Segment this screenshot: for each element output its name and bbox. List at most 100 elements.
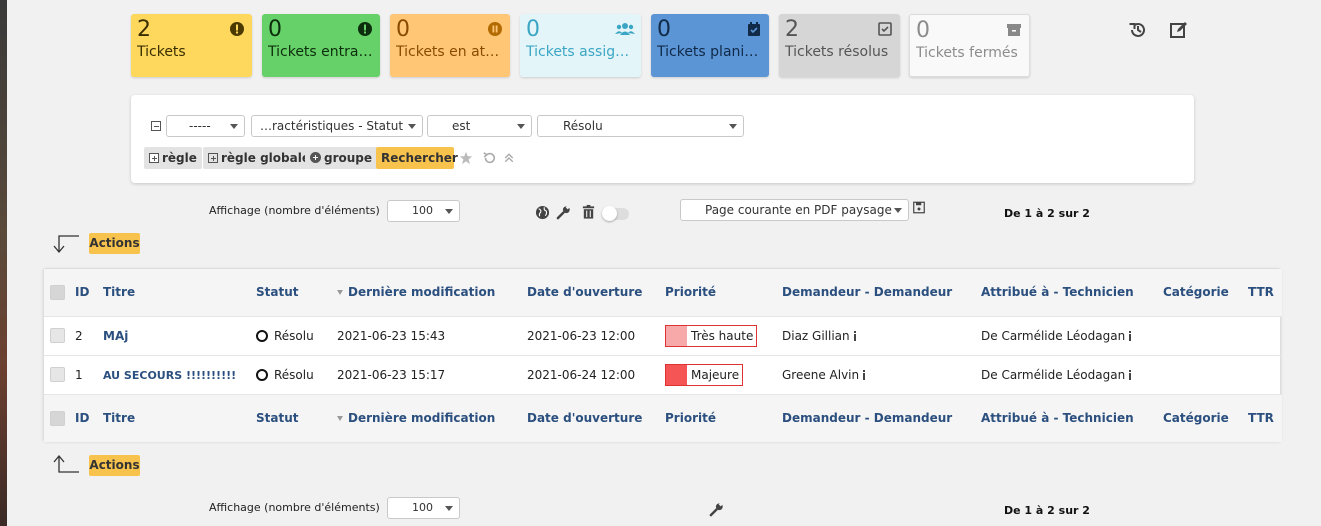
header-label: Dernière modification bbox=[348, 285, 496, 300]
actions-button[interactable]: Actions bbox=[89, 233, 140, 254]
column-header-last-modified[interactable]: Dernière modification bbox=[337, 269, 527, 316]
info-icon[interactable] bbox=[1128, 369, 1132, 380]
add-global-rule-button[interactable]: règle globale bbox=[203, 147, 315, 169]
trash-icon[interactable] bbox=[581, 204, 596, 220]
chevron-down-icon bbox=[445, 209, 453, 214]
tile-label: Tickets bbox=[137, 44, 186, 60]
value-select[interactable]: Résolu bbox=[537, 115, 744, 137]
priority-color-swatch bbox=[666, 325, 687, 346]
select-all-checkbox[interactable] bbox=[50, 410, 65, 426]
cell-last-modified: 2021-06-23 15:43 bbox=[337, 315, 527, 355]
info-icon[interactable] bbox=[853, 330, 857, 341]
select-value: 100 bbox=[412, 204, 433, 217]
column-header-assigned[interactable]: Attribué à - Technicien bbox=[981, 269, 1163, 316]
row-checkbox[interactable] bbox=[50, 328, 65, 343]
pause-circle-icon bbox=[488, 22, 502, 36]
star-icon[interactable] bbox=[459, 151, 473, 165]
select-all-checkbox[interactable] bbox=[50, 284, 65, 300]
pagination-info: De 1 à 2 sur 2 bbox=[1004, 207, 1090, 220]
tile-planned[interactable]: 0 Tickets planifiés bbox=[651, 14, 769, 77]
column-header-category[interactable]: Catégorie bbox=[1163, 269, 1248, 316]
button-label: Rechercher bbox=[381, 151, 458, 165]
tile-incoming[interactable]: 0 Tickets entrants bbox=[262, 14, 380, 77]
history-icon[interactable] bbox=[1128, 20, 1148, 40]
button-label: règle globale bbox=[221, 151, 310, 165]
plus-circle-icon bbox=[310, 152, 321, 163]
wrench-icon[interactable] bbox=[709, 502, 724, 517]
edit-icon[interactable] bbox=[1169, 20, 1189, 40]
tile-assigned[interactable]: 0 Tickets assignés bbox=[520, 14, 641, 77]
table-footer-row: ID Titre Statut Dernière modification Da… bbox=[44, 393, 1282, 442]
column-header-assigned[interactable]: Attribué à - Technicien bbox=[981, 393, 1163, 442]
display-count-select[interactable]: 100 bbox=[387, 497, 460, 519]
double-chevron-up-icon[interactable] bbox=[503, 151, 515, 165]
search-criteria-panel: ----- …ractéristiques - Statut est Résol… bbox=[131, 95, 1194, 183]
add-group-button[interactable]: groupe bbox=[305, 147, 378, 169]
tickets-table: ID Titre Statut Dernière modification Da… bbox=[43, 268, 1282, 442]
column-header-id[interactable]: ID bbox=[75, 393, 103, 442]
ticket-title-link[interactable]: AU SECOURS !!!!!!!!!! bbox=[103, 369, 236, 382]
button-label: groupe bbox=[324, 151, 373, 165]
display-count-label: Affichage (nombre d'éléments) bbox=[209, 204, 380, 217]
tile-label: Tickets entrants bbox=[268, 44, 374, 60]
export-format-select[interactable]: Page courante en PDF paysage bbox=[680, 199, 909, 221]
sort-desc-icon bbox=[337, 290, 343, 296]
tile-tickets[interactable]: 2 Tickets bbox=[131, 14, 252, 77]
undo-icon[interactable] bbox=[482, 151, 496, 165]
column-header-status[interactable]: Statut bbox=[256, 393, 337, 442]
column-header-title[interactable]: Titre bbox=[103, 269, 256, 316]
table-row: 2 MAj Résolu 2021-06-23 15:43 2021-06-23… bbox=[44, 315, 1282, 355]
column-header-priority[interactable]: Priorité bbox=[665, 269, 782, 316]
display-count-select[interactable]: 100 bbox=[387, 200, 460, 222]
select-value: Page courante en PDF paysage bbox=[705, 203, 892, 217]
header-label: Dernière modification bbox=[348, 411, 496, 426]
add-rule-button[interactable]: règle bbox=[144, 147, 202, 169]
tile-waiting[interactable]: 0 Tickets en attente bbox=[390, 14, 510, 77]
column-header-ttr[interactable]: TTR bbox=[1248, 393, 1282, 442]
priority-color-swatch bbox=[666, 364, 687, 385]
cell-requester: Greene Alvin bbox=[782, 367, 860, 382]
column-header-opening-date[interactable]: Date d'ouverture bbox=[527, 393, 665, 442]
column-header-last-modified[interactable]: Dernière modification bbox=[337, 393, 527, 442]
cell-opening-date: 2021-06-24 12:00 bbox=[527, 354, 665, 394]
save-icon[interactable] bbox=[913, 201, 925, 214]
search-button[interactable]: Rechercher bbox=[376, 147, 458, 169]
tile-closed[interactable]: 0 Tickets fermés bbox=[909, 14, 1030, 77]
column-header-id[interactable]: ID bbox=[75, 269, 103, 316]
logical-operator-select[interactable]: ----- bbox=[166, 115, 245, 137]
operator-select[interactable]: est bbox=[427, 115, 532, 137]
background-strip bbox=[0, 0, 7, 526]
cell-id: 2 bbox=[75, 315, 103, 355]
exclamation-circle-icon bbox=[230, 22, 244, 36]
column-header-requester[interactable]: Demandeur - Demandeur bbox=[782, 269, 981, 316]
cell-ttr bbox=[1248, 315, 1282, 355]
select-value: ----- bbox=[189, 119, 211, 133]
column-header-opening-date[interactable]: Date d'ouverture bbox=[527, 269, 665, 316]
column-header-ttr[interactable]: TTR bbox=[1248, 269, 1282, 316]
actions-button-bottom[interactable]: Actions bbox=[89, 455, 140, 476]
column-header-title[interactable]: Titre bbox=[103, 393, 256, 442]
chevron-down-icon bbox=[517, 124, 525, 129]
toggle-switch[interactable] bbox=[602, 206, 629, 221]
globe-icon[interactable] bbox=[535, 205, 550, 220]
ticket-title-link[interactable]: MAj bbox=[103, 329, 128, 343]
column-header-priority[interactable]: Priorité bbox=[665, 393, 782, 442]
column-header-category[interactable]: Catégorie bbox=[1163, 393, 1248, 442]
collapse-criteria-icon[interactable] bbox=[151, 121, 161, 131]
tile-solved[interactable]: 2 Tickets résolus bbox=[779, 14, 900, 77]
info-icon[interactable] bbox=[1128, 330, 1132, 341]
column-header-requester[interactable]: Demandeur - Demandeur bbox=[782, 393, 981, 442]
info-icon[interactable] bbox=[862, 369, 866, 380]
check-square-icon bbox=[878, 22, 892, 36]
chevron-down-icon bbox=[445, 506, 453, 511]
column-header-status[interactable]: Statut bbox=[256, 269, 337, 316]
cell-opening-date: 2021-06-23 12:00 bbox=[527, 315, 665, 355]
wrench-icon[interactable] bbox=[556, 205, 571, 220]
chevron-down-icon bbox=[230, 124, 238, 129]
arrow-down-left-icon bbox=[53, 235, 79, 254]
sort-desc-icon bbox=[337, 416, 343, 422]
field-select[interactable]: …ractéristiques - Statut bbox=[251, 115, 423, 137]
chevron-down-icon bbox=[894, 208, 902, 213]
row-checkbox[interactable] bbox=[50, 367, 65, 382]
select-value: est bbox=[452, 119, 471, 133]
